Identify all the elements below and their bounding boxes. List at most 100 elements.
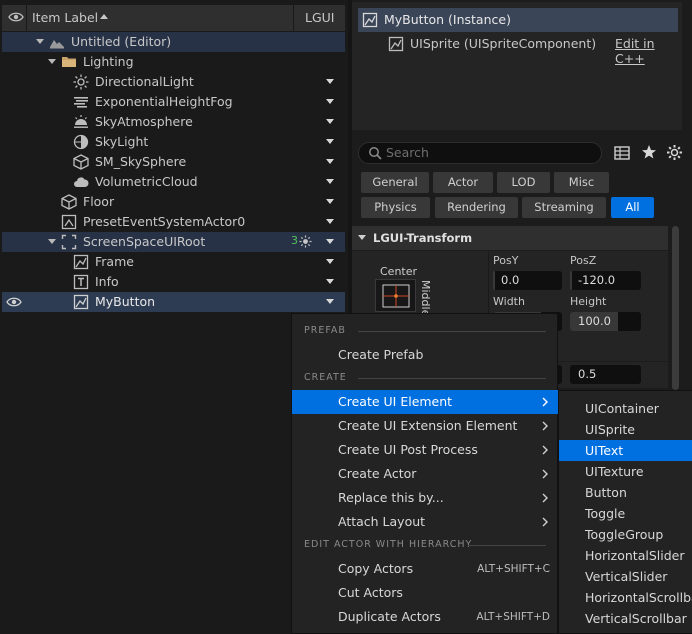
collapse-arrow-icon[interactable] — [358, 235, 366, 240]
sort-ascending-icon[interactable] — [100, 14, 108, 19]
duplicate-actors-item[interactable]: Duplicate Actors ALT+SHIFT+D — [292, 605, 558, 629]
copy-actors-item[interactable]: Copy Actors ALT+SHIFT+C — [292, 557, 558, 581]
expand-arrow-icon[interactable] — [48, 239, 56, 244]
ui-sprite-icon — [73, 294, 89, 310]
filter-rendering-button[interactable]: Rendering — [435, 197, 518, 218]
section-prefab-label: PREFAB — [304, 325, 346, 336]
submenu-item-label: UITexture — [585, 464, 644, 479]
row-dropdown-arrow-icon[interactable] — [326, 139, 334, 144]
skylight-icon — [73, 134, 89, 150]
submenu-item[interactable]: HorizontalSlider — [559, 545, 692, 566]
height-input[interactable]: 100.0 — [570, 312, 641, 331]
outliner-row-ui-root[interactable]: ScreenSpaceUIRoot 3 — [2, 232, 345, 252]
menu-item-label: Copy Actors — [338, 561, 414, 576]
outliner-row-actor[interactable]: DirectionalLight — [2, 72, 345, 92]
type-column-header[interactable]: LGUI — [305, 10, 335, 25]
outliner-row-selected[interactable]: MyButton — [2, 292, 345, 312]
row-dropdown-arrow-icon[interactable] — [326, 199, 334, 204]
outliner-row-label: ExponentialHeightFog — [95, 94, 233, 109]
filter-streaming-button[interactable]: Streaming — [522, 197, 606, 218]
outliner-row-actor[interactable]: SM_SkySphere — [2, 152, 345, 172]
section-divider — [358, 331, 546, 332]
search-input[interactable]: Search — [358, 142, 602, 164]
pivot-y-input[interactable]: 0.5 — [570, 365, 641, 384]
filter-all-button[interactable]: All — [611, 197, 654, 218]
row-dropdown-arrow-icon[interactable] — [326, 259, 334, 264]
create-prefab-item[interactable]: Create Prefab — [292, 343, 558, 367]
visibility-eye-icon[interactable] — [8, 11, 24, 23]
filter-lod-button[interactable]: LOD — [497, 172, 550, 193]
outliner-row-actor[interactable]: SkyLight — [2, 132, 345, 152]
submenu-item[interactable]: Toggle — [559, 503, 692, 524]
pos-z-input[interactable]: -120.0 — [570, 271, 641, 290]
folder-icon — [61, 54, 77, 70]
scrollbar-thumb[interactable] — [672, 226, 679, 390]
filter-misc-button[interactable]: Misc — [554, 172, 609, 193]
outliner-row-actor[interactable]: VolumetricCloud — [2, 172, 345, 192]
outliner-row-label: MyButton — [95, 294, 156, 309]
height-value: 100.0 — [578, 314, 611, 328]
visibility-eye-icon[interactable] — [6, 296, 22, 308]
light-gear-icon — [299, 235, 312, 248]
cut-actors-item[interactable]: Cut Actors — [292, 581, 558, 605]
submenu-item[interactable]: UISprite — [559, 419, 692, 440]
create-ui-post-process-item[interactable]: Create UI Post Process — [292, 438, 558, 462]
submenu-item-label: VerticalScrollbar — [585, 611, 687, 626]
item-label-header[interactable]: Item Label — [32, 10, 98, 25]
create-ui-element-item[interactable]: Create UI Element — [292, 390, 558, 414]
row-dropdown-arrow-icon[interactable] — [326, 219, 334, 224]
details-scrollbar[interactable] — [671, 226, 680, 391]
outliner-row-actor[interactable]: PresetEventSystemActor0 — [2, 212, 345, 232]
outliner-header: Item Label LGUI — [2, 5, 345, 31]
submenu-item[interactable]: HorizontalScrollbar — [559, 587, 692, 608]
row-dropdown-arrow-icon[interactable] — [326, 279, 334, 284]
static-mesh-icon — [73, 154, 89, 170]
row-dropdown-arrow-icon[interactable] — [326, 79, 334, 84]
submenu-item-label: UISprite — [585, 422, 635, 437]
row-dropdown-arrow-icon[interactable] — [326, 99, 334, 104]
row-dropdown-arrow-icon[interactable] — [326, 159, 334, 164]
create-ui-extension-element-item[interactable]: Create UI Extension Element — [292, 414, 558, 438]
expand-arrow-icon[interactable] — [36, 39, 44, 44]
filter-physics-button[interactable]: Physics — [361, 197, 430, 218]
lgui-transform-section-header[interactable]: LGUI-Transform — [352, 226, 668, 250]
edit-in-cpp-link[interactable]: Edit in C++ — [615, 36, 678, 66]
expand-arrow-icon[interactable] — [48, 59, 56, 64]
pos-y-input[interactable]: 0.0 — [493, 271, 562, 290]
submenu-item[interactable]: UIContainer — [559, 398, 692, 419]
section-hierarchy-label: EDIT ACTOR WITH HIERARCHY — [304, 539, 473, 550]
outliner-row-world[interactable]: Untitled (Editor) — [2, 32, 345, 52]
submenu-item-selected[interactable]: UIText — [559, 440, 692, 461]
submenu-item[interactable]: Button — [559, 482, 692, 503]
replace-this-by-item[interactable]: Replace this by... — [292, 486, 558, 510]
static-mesh-icon — [61, 194, 77, 210]
ui-root-icon — [61, 234, 77, 250]
submenu-item[interactable]: VerticalScrollbar — [559, 608, 692, 629]
attach-layout-item[interactable]: Attach Layout — [292, 510, 558, 534]
submenu-item[interactable]: ToggleGroup — [559, 524, 692, 545]
settings-gear-icon[interactable] — [666, 144, 683, 161]
outliner-row-actor[interactable]: Floor — [2, 192, 345, 212]
row-dropdown-arrow-icon[interactable] — [326, 239, 334, 244]
property-matrix-icon[interactable] — [614, 145, 630, 161]
submenu-arrow-icon — [542, 397, 548, 407]
anchor-preset-button[interactable] — [375, 279, 416, 312]
outliner-row-ui[interactable]: Frame — [2, 252, 345, 272]
submenu-item[interactable]: UITexture — [559, 461, 692, 482]
submenu-item[interactable]: VerticalSlider — [559, 566, 692, 587]
outliner-row-actor[interactable]: SkyAtmosphere — [2, 112, 345, 132]
create-actor-item[interactable]: Create Actor — [292, 462, 558, 486]
favorite-star-icon[interactable] — [641, 144, 657, 160]
row-dropdown-arrow-icon[interactable] — [326, 119, 334, 124]
filter-actor-button[interactable]: Actor — [433, 172, 493, 193]
pos-z-label: PosZ — [570, 254, 597, 267]
outliner-row-folder[interactable]: Lighting — [2, 52, 345, 72]
filter-general-button[interactable]: General — [361, 172, 429, 193]
component-root-row[interactable]: MyButton (Instance) — [358, 8, 678, 32]
row-dropdown-arrow-icon[interactable] — [326, 299, 334, 304]
search-icon — [368, 146, 382, 160]
outliner-row-actor[interactable]: ExponentialHeightFog — [2, 92, 345, 112]
row-dropdown-arrow-icon[interactable] — [326, 179, 334, 184]
outliner-row-ui[interactable]: Info — [2, 272, 345, 292]
component-child-row[interactable]: UISprite (UISpriteComponent) Edit in C++ — [358, 32, 678, 66]
